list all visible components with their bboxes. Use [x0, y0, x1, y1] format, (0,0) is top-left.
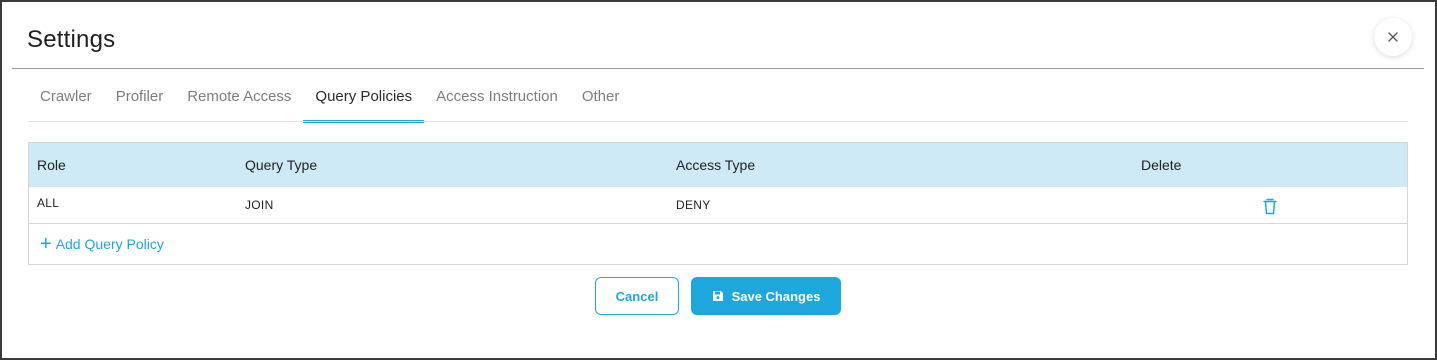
save-changes-label: Save Changes	[731, 288, 821, 304]
cell-role: ALL	[37, 196, 60, 210]
save-changes-button[interactable]: Save Changes	[691, 277, 841, 315]
tab-other[interactable]: Other	[570, 82, 632, 122]
tab-bar: Crawler Profiler Remote Access Query Pol…	[28, 82, 632, 123]
close-icon	[1388, 32, 1398, 42]
tab-profiler[interactable]: Profiler	[104, 82, 176, 122]
tab-query-policies[interactable]: Query Policies	[303, 82, 425, 123]
close-button[interactable]	[1374, 18, 1412, 56]
column-header-delete: Delete	[1141, 157, 1182, 173]
floppy-disk-icon	[712, 290, 724, 302]
tab-remote-access[interactable]: Remote Access	[175, 82, 303, 122]
table-header: Role Query Type Access Type Delete	[29, 143, 1407, 187]
add-query-policy-button[interactable]: + Add Query Policy	[40, 233, 164, 255]
column-header-role: Role	[37, 157, 66, 173]
cell-query-type: JOIN	[245, 198, 274, 212]
settings-dialog: Settings Crawler Profiler Remote Access …	[0, 0, 1437, 360]
cell-access-type: DENY	[676, 198, 711, 212]
query-policies-table: Role Query Type Access Type Delete ALL J…	[28, 142, 1408, 265]
delete-row-button[interactable]	[1260, 196, 1280, 216]
trash-icon	[1263, 198, 1277, 215]
dialog-title: Settings	[27, 26, 116, 53]
column-header-query-type: Query Type	[245, 157, 318, 173]
column-header-access-type: Access Type	[676, 157, 756, 173]
tab-crawler[interactable]: Crawler	[28, 82, 104, 122]
tab-access-instruction[interactable]: Access Instruction	[424, 82, 570, 122]
header-divider	[12, 68, 1424, 69]
add-query-policy-label: Add Query Policy	[55, 236, 164, 252]
cancel-button[interactable]: Cancel	[595, 277, 679, 315]
table-row: ALL JOIN DENY	[29, 187, 1407, 224]
plus-icon: +	[40, 233, 52, 255]
tabs-divider	[28, 121, 1408, 122]
